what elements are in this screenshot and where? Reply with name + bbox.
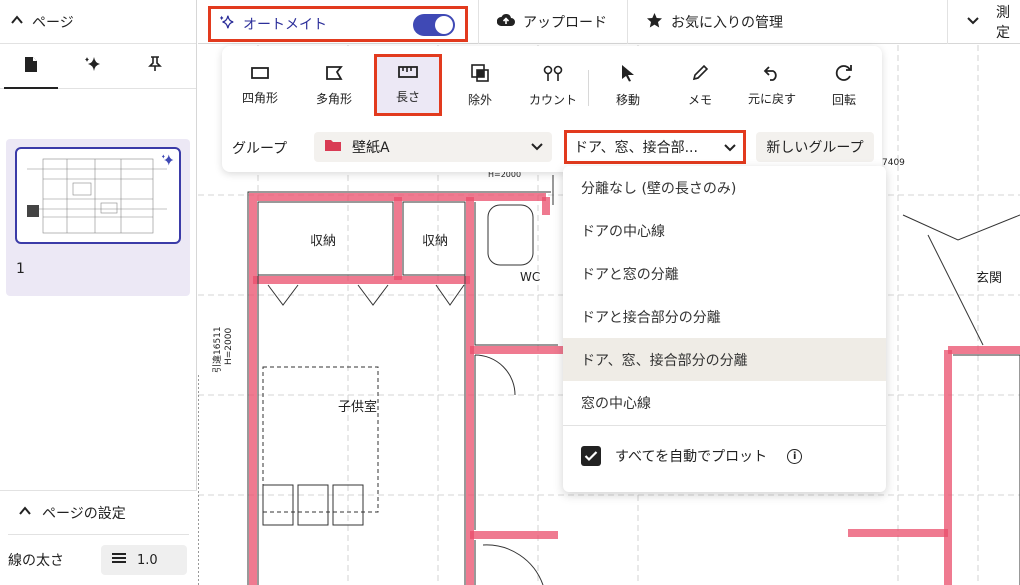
tab-ai[interactable] [62,44,124,88]
tool-label: カウント [528,93,577,107]
sidebar-tabs [0,44,196,89]
tool-label: 移動 [615,93,640,107]
measure-label: 測定 [996,5,1010,41]
cloud-upload-icon [496,13,515,31]
tool-undo[interactable]: 元に戻す [740,56,804,116]
menu-option-window-centerline[interactable]: 窓の中心線 [563,381,886,424]
menu-option-door-joint[interactable]: ドアと接合部分の分離 [563,295,886,338]
pages-title: ページ [32,14,74,31]
chevron-down-icon [723,141,737,157]
tool-move[interactable]: 移動 [596,56,660,116]
tool-label: 回転 [831,93,856,107]
upload-button[interactable]: アップロード [478,0,627,44]
rotate-icon [835,64,853,85]
group-label: グループ [232,141,288,157]
pages-header[interactable]: ページ [0,0,196,44]
plan-label-storage-2: 収納 [422,234,448,249]
group-value: 壁紙A [352,140,390,156]
line-width-input[interactable]: 1.0 [101,545,187,575]
tool-label: 長さ [395,90,420,104]
separation-mode-menu: 分離なし (壁の長さのみ) ドアの中心線 ドアと窓の分離 ドアと接合部分の分離 … [563,166,886,492]
tool-label: 四角形 [241,91,278,105]
page-number: 1 [16,261,25,277]
folder-icon [324,138,342,156]
pin-icon [148,56,162,76]
tool-rotate[interactable]: 回転 [812,56,876,116]
top-toolbar: オートメイト アップロード お気に入りの管理 測定 [198,0,1020,44]
tool-label: 除外 [467,93,492,107]
undo-icon [763,65,781,84]
plan-label-wc: WC [520,270,540,284]
tool-length[interactable]: 長さ [374,54,442,116]
sparkle-icon [84,55,102,77]
line-width-row: 線の太さ 1.0 [0,545,197,575]
star-icon [646,12,663,33]
page-thumbnail[interactable] [15,147,181,244]
chevron-up-icon [10,13,24,31]
measure-section-toggle[interactable]: 測定 [947,0,1020,44]
line-width-label: 線の太さ [8,553,64,569]
menu-divider [563,425,886,426]
plan-label-kids-room: 子供室 [338,399,377,415]
group-select[interactable]: 壁紙A [314,132,552,162]
ruler-icon [398,65,418,82]
tab-pin[interactable] [124,44,186,88]
sidebar: ページ 1 ページの設定 線の太さ 1.0 [0,0,197,585]
chevron-down-icon [966,14,980,30]
info-icon[interactable]: i [787,448,803,464]
plan-label-height: H=2000 [224,328,234,365]
sparkle-icon [161,153,175,171]
count-icon [543,64,563,85]
page-thumbnail-card[interactable]: 1 [6,139,190,296]
automate-label: オートメイト [243,17,327,33]
chevron-down-icon [530,140,544,156]
page-settings-title: ページの設定 [42,505,126,522]
tool-label: 元に戻す [747,92,796,106]
tool-rectangle[interactable]: 四角形 [228,56,292,116]
tool-exclude[interactable]: 除外 [448,56,512,116]
chevron-up-icon [18,504,32,522]
tool-polygon[interactable]: 多角形 [302,56,366,116]
plan-label-entrance: 玄関 [976,271,1002,286]
auto-plot-option[interactable]: すべてを自動でプロット i [581,446,803,466]
tab-pages[interactable] [0,44,62,89]
tool-memo[interactable]: メモ [668,56,732,116]
automate-toggle-group[interactable]: オートメイト [208,6,468,42]
tool-label: 多角形 [315,92,352,106]
mode-value: ドア、窓、接合部... [574,140,698,156]
tool-label: メモ [687,93,712,107]
menu-option-no-separation[interactable]: 分離なし (壁の長さのみ) [563,166,886,209]
menu-option-door-window[interactable]: ドアと窓の分離 [563,252,886,295]
polygon-icon [325,65,343,84]
separation-mode-select[interactable]: ドア、窓、接合部... [564,130,746,164]
lines-icon [111,552,127,568]
cursor-icon [620,64,636,85]
line-width-value: 1.0 [137,552,158,568]
auto-plot-checkbox[interactable] [581,446,601,466]
menu-option-door-window-joint[interactable]: ドア、窓、接合部分の分離 [563,338,886,381]
document-icon [24,56,38,77]
page-settings: ページの設定 線の太さ 1.0 [0,490,197,585]
tool-count[interactable]: カウント [520,56,586,116]
plan-label-sliding-door: 引違16511 [211,326,223,373]
plan-label-storage-1: 収納 [310,234,336,249]
new-group-button[interactable]: 新しいグループ [756,132,874,162]
pen-icon [691,64,709,85]
favorites-button[interactable]: お気に入りの管理 [627,0,947,44]
toolbar-divider [588,70,589,106]
favorites-label: お気に入りの管理 [671,15,783,31]
exclude-icon [471,64,489,85]
rectangle-icon [251,66,269,83]
menu-option-door-centerline[interactable]: ドアの中心線 [563,209,886,252]
upload-label: アップロード [523,15,607,31]
auto-plot-label: すべてを自動でプロット [615,449,768,465]
automate-toggle[interactable] [413,14,455,36]
sparkle-icon [219,14,235,34]
measure-tools-panel: 四角形 多角形 長さ 除外 カウント 移動 メモ 元に戻す 回転 グループ 壁紙… [222,46,882,172]
page-settings-header[interactable]: ページの設定 [8,491,189,535]
